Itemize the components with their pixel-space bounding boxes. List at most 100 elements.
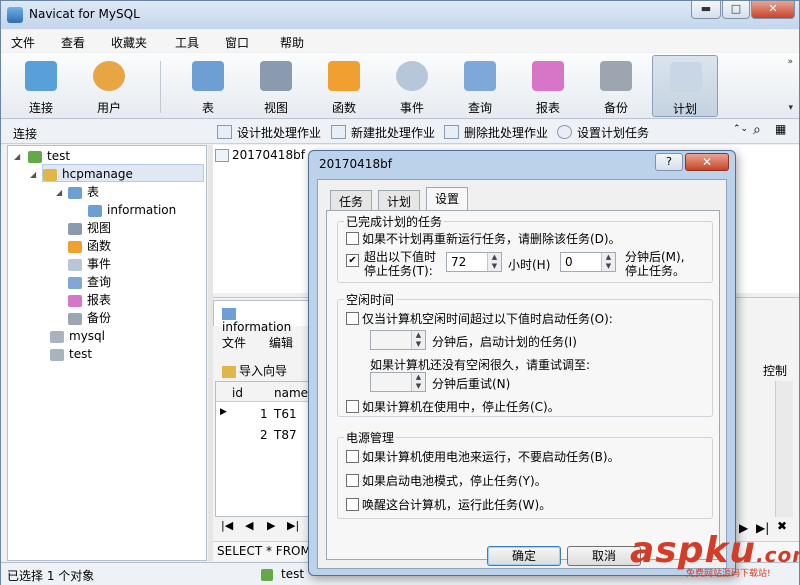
grid-view-icon[interactable]: ▦ — [775, 122, 786, 136]
search-icon[interactable]: ⌕ — [753, 122, 761, 138]
tree-queries[interactable]: 查询 — [68, 273, 111, 291]
cell-id[interactable]: 1 — [260, 407, 268, 421]
tree-tables-folder[interactable]: 表 — [68, 183, 99, 201]
toolbar-user-button[interactable]: 用户 — [79, 55, 139, 117]
report-icon — [68, 294, 82, 307]
tree-label: mysql — [69, 329, 105, 343]
stop-if-busy-checkbox[interactable]: 如果计算机在使用中，停止任务(C)。 — [346, 398, 560, 415]
group-label: 电源管理 — [344, 429, 397, 446]
design-batch-job-button[interactable]: 设计批处理作业 — [217, 124, 321, 140]
checkbox-box[interactable] — [346, 498, 359, 511]
menu-view[interactable]: 查看 — [61, 34, 85, 51]
tree-backups[interactable]: 备份 — [68, 309, 111, 327]
import-wizard-button[interactable]: 导入向导 — [222, 362, 287, 379]
cell-name[interactable]: T87 — [274, 428, 297, 442]
checkmark-icon[interactable]: ✔ — [346, 254, 359, 267]
delete-batch-job-button[interactable]: 删除批处理作业 — [444, 124, 548, 140]
tab-information[interactable]: information — [213, 300, 313, 334]
toolbar-event-button[interactable]: 事件 — [382, 55, 442, 117]
vertical-scrollbar[interactable] — [775, 381, 793, 517]
toolbar-label: 报表 — [535, 101, 560, 115]
hours-stepper[interactable]: 72 ▲ ▼ — [446, 252, 502, 272]
view-mode-chevron-icon[interactable]: ⌃⌄ — [733, 124, 748, 134]
retry-minutes-stepper[interactable]: ▲ ▼ — [370, 372, 426, 392]
control-label[interactable]: 控制 — [763, 362, 787, 379]
menu-help[interactable]: 帮助 — [280, 34, 304, 51]
import-icon — [222, 365, 236, 378]
tab-task[interactable]: 任务 — [330, 190, 373, 210]
checkbox-box[interactable] — [346, 312, 359, 325]
tab-schedule[interactable]: 计划 — [378, 190, 421, 210]
idle-start-checkbox[interactable]: 仅当计算机空闲时间超过以下值时启动任务(O): — [346, 310, 613, 327]
new-batch-job-button[interactable]: 新建批处理作业 — [331, 124, 435, 140]
prev-record-icon[interactable]: ◀ — [245, 519, 253, 532]
idle-minutes-stepper[interactable]: ▲ ▼ — [370, 330, 426, 350]
toolbar-view-button[interactable]: 视图 — [246, 55, 306, 117]
info-menu-file[interactable]: 文件 — [222, 334, 246, 351]
grid-header-id[interactable]: id — [232, 386, 243, 400]
tree-functions[interactable]: 函数 — [68, 237, 111, 255]
menu-favorites[interactable]: 收藏夹 — [111, 34, 147, 51]
grid-header-name[interactable]: name — [274, 386, 308, 400]
tree-db-hcpmanage[interactable]: hcpmanage — [42, 164, 204, 182]
backup-icon — [600, 61, 632, 91]
toolbar-chevron-down-icon[interactable]: ▾ — [788, 103, 793, 113]
batch-job-item[interactable]: 20170418bf — [215, 148, 305, 162]
set-schedule-button[interactable]: 设置计划任务 — [557, 124, 649, 140]
ok-button[interactable]: 确定 — [487, 546, 561, 566]
checkbox-box[interactable] — [346, 474, 359, 487]
tree-views[interactable]: 视图 — [68, 219, 111, 237]
checkbox-box[interactable] — [346, 232, 359, 245]
title-bar[interactable]: Navicat for MySQL ▬ □ ✕ — [1, 1, 799, 29]
toolbar-schedule-button[interactable]: 计划 — [652, 55, 718, 117]
checkbox-box[interactable] — [346, 450, 359, 463]
toolbar-table-button[interactable]: 表 — [178, 55, 238, 117]
last-record-icon[interactable]: ▶| — [287, 519, 299, 532]
collapse-icon[interactable]: ◢ — [56, 188, 62, 197]
backup-icon — [68, 312, 82, 325]
checkbox-label: 如果不计划再重新运行任务，请删除该任务(D)。 — [362, 232, 621, 246]
battery-stop-checkbox[interactable]: 如果启动电池模式，停止任务(Y)。 — [346, 472, 547, 489]
toolbar-backup-button[interactable]: 备份 — [586, 55, 646, 117]
tree-table-information[interactable]: information — [88, 201, 176, 219]
spin-arrows-icon[interactable]: ▲ ▼ — [411, 331, 425, 349]
spin-arrows-icon[interactable]: ▲ ▼ — [487, 253, 501, 271]
spin-arrows-icon[interactable]: ▲ ▼ — [601, 253, 615, 271]
toolbar-function-button[interactable]: 函数 — [314, 55, 374, 117]
wake-computer-checkbox[interactable]: 唤醒这台计算机，运行此任务(W)。 — [346, 496, 551, 513]
tree-events[interactable]: 事件 — [68, 255, 111, 273]
tree-label: 视图 — [87, 221, 112, 235]
tree-db-mysql[interactable]: mysql — [50, 327, 105, 345]
minutes-stepper[interactable]: 0 ▲ ▼ — [560, 252, 616, 272]
menu-window[interactable]: 窗口 — [225, 34, 249, 51]
minimize-button[interactable]: ▬ — [691, 1, 721, 19]
tree-db-test[interactable]: test — [50, 345, 92, 363]
dialog-close-button[interactable]: ✕ — [685, 153, 729, 171]
info-menu-edit[interactable]: 编辑 — [269, 334, 293, 351]
delete-task-checkbox[interactable]: 如果不计划再重新运行任务，请删除该任务(D)。 — [346, 230, 621, 247]
toolbar-label: 用户 — [96, 101, 121, 115]
stop-task-checkbox[interactable]: ✔ — [346, 254, 362, 268]
cell-id[interactable]: 2 — [260, 428, 268, 442]
close-button[interactable]: ✕ — [751, 1, 795, 19]
battery-no-start-checkbox[interactable]: 如果计算机使用电池来运行，不要启动任务(B)。 — [346, 448, 620, 465]
cell-name[interactable]: T61 — [274, 407, 297, 421]
next-record-icon[interactable]: ▶ — [267, 519, 275, 532]
tree-connection-test[interactable]: test — [28, 147, 70, 165]
menu-file[interactable]: 文件 — [11, 34, 35, 51]
toolbar-overflow-icon[interactable]: » — [787, 57, 793, 67]
first-record-icon[interactable]: |◀ — [221, 519, 233, 532]
maximize-button[interactable]: □ — [722, 1, 750, 19]
menu-tools[interactable]: 工具 — [175, 34, 199, 51]
tree-reports[interactable]: 报表 — [68, 291, 111, 309]
collapse-icon[interactable]: ◢ — [14, 152, 20, 161]
toolbar-report-button[interactable]: 报表 — [518, 55, 578, 117]
toolbar-connect-button[interactable]: 连接 — [11, 55, 71, 117]
group-label: 空闲时间 — [344, 291, 397, 308]
toolbar-query-button[interactable]: 查询 — [450, 55, 510, 117]
spin-arrows-icon[interactable]: ▲ ▼ — [411, 373, 425, 391]
checkbox-box[interactable] — [346, 400, 359, 413]
tab-settings[interactable]: 设置 — [426, 187, 469, 210]
collapse-icon[interactable]: ◢ — [30, 170, 36, 179]
dialog-help-button[interactable]: ? — [655, 153, 683, 171]
